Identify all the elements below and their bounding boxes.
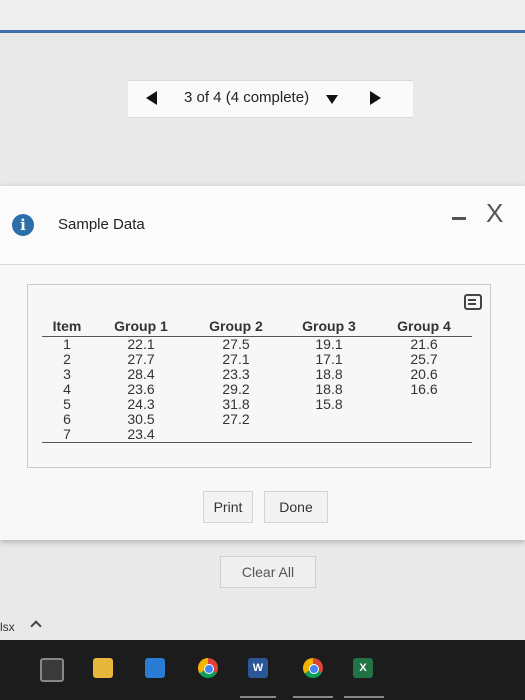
question-progress-label[interactable]: 3 of 4 (4 complete) [184, 89, 309, 106]
table-cell: 5 [63, 396, 71, 412]
top-bar [0, 0, 525, 33]
sample-data-dialog: i Sample Data X Item Group 1 Group 2 Gro… [0, 186, 525, 540]
table-cell: 7 [42, 427, 92, 443]
table-cell [376, 397, 472, 412]
copy-icon[interactable] [464, 294, 482, 310]
clear-all-button[interactable]: Clear All [220, 556, 316, 588]
column-header: Group 2 [190, 317, 282, 337]
table-row: 2 27.7 27.1 17.1 25.7 [42, 352, 472, 367]
table-cell: 23.6 [127, 381, 155, 397]
file-explorer-icon[interactable] [93, 658, 113, 678]
download-file-label[interactable]: lsx [0, 620, 15, 634]
table-cell: 27.7 [127, 351, 155, 367]
table-cell: 1 [63, 336, 71, 352]
close-icon[interactable]: X [486, 200, 503, 226]
chrome-icon[interactable] [198, 658, 218, 678]
info-icon: i [12, 214, 34, 236]
minimize-icon[interactable] [452, 217, 466, 220]
table-cell: 18.8 [315, 381, 343, 397]
table-cell: 20.6 [410, 366, 438, 382]
print-button[interactable]: Print [203, 491, 253, 523]
column-header: Item [42, 317, 92, 337]
table-cell [282, 412, 376, 427]
table-cell [376, 412, 472, 427]
table-cell [282, 427, 376, 443]
table-cell [190, 427, 282, 443]
table-cell: 30.5 [127, 411, 155, 427]
table-cell: 23.4 [92, 427, 190, 443]
table-cell: 2 [63, 351, 71, 367]
active-app-indicator [293, 696, 333, 698]
sample-data-table: Item Group 1 Group 2 Group 3 Group 4 1 2… [42, 317, 472, 443]
table-cell: 17.1 [315, 351, 343, 367]
table-header-row: Item Group 1 Group 2 Group 3 Group 4 [42, 317, 472, 337]
table-cell: 27.2 [222, 411, 250, 427]
table-cell: 15.8 [315, 396, 343, 412]
table-cell: 22.1 [127, 336, 155, 352]
column-header: Group 4 [376, 317, 472, 337]
active-app-indicator [344, 696, 384, 698]
table-row: 1 22.1 27.5 19.1 21.6 [42, 337, 472, 353]
done-button[interactable]: Done [264, 491, 328, 523]
question-navigator: 3 of 4 (4 complete) [128, 80, 413, 118]
dialog-header: i Sample Data X [0, 186, 525, 265]
previous-arrow-icon[interactable] [146, 91, 157, 105]
table-cell: 4 [63, 381, 71, 397]
table-cell: 25.7 [410, 351, 438, 367]
table-cell: 21.6 [410, 336, 438, 352]
table-row: 4 23.6 29.2 18.8 16.6 [42, 382, 472, 397]
table-cell: 6 [63, 411, 71, 427]
table-row: 6 30.5 27.2 [42, 412, 472, 427]
dropdown-caret-icon[interactable] [326, 95, 338, 104]
word-icon[interactable]: W [248, 658, 268, 678]
column-header: Group 3 [282, 317, 376, 337]
table-cell: 27.1 [222, 351, 250, 367]
chevron-up-icon[interactable] [30, 620, 42, 632]
table-row: 5 24.3 31.8 15.8 [42, 397, 472, 412]
mail-icon[interactable] [145, 658, 165, 678]
table-cell: 16.6 [410, 381, 438, 397]
table-row: 7 23.4 [42, 427, 472, 443]
chrome-profile-icon[interactable] [303, 658, 323, 678]
table-cell: 18.8 [315, 366, 343, 382]
data-table-container: Item Group 1 Group 2 Group 3 Group 4 1 2… [27, 284, 491, 468]
table-cell: 27.5 [222, 336, 250, 352]
table-cell: 23.3 [222, 366, 250, 382]
excel-icon[interactable]: X [353, 658, 373, 678]
store-icon[interactable] [40, 658, 64, 682]
next-arrow-icon[interactable] [370, 91, 381, 105]
column-header: Group 1 [92, 317, 190, 337]
table-cell: 28.4 [127, 366, 155, 382]
table-row: 3 28.4 23.3 18.8 20.6 [42, 367, 472, 382]
table-cell: 19.1 [315, 336, 343, 352]
active-app-indicator [240, 696, 276, 698]
taskbar: W X [0, 640, 525, 700]
dialog-title: Sample Data [58, 216, 145, 233]
table-cell: 31.8 [222, 396, 250, 412]
table-cell: 29.2 [222, 381, 250, 397]
table-cell [376, 427, 472, 443]
table-cell: 3 [63, 366, 71, 382]
table-cell: 24.3 [127, 396, 155, 412]
